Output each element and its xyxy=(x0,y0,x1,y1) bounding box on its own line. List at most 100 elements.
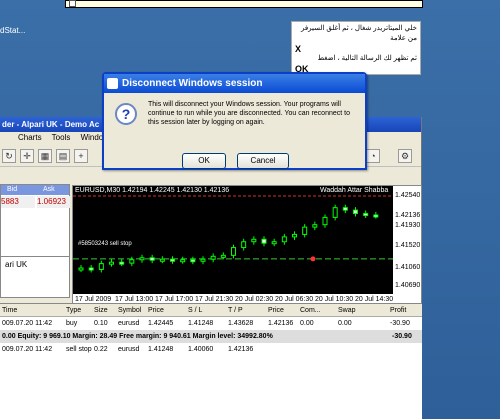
summary-profit: -30.90 xyxy=(392,333,412,340)
price-tick: 1.42136 xyxy=(395,211,421,219)
candle xyxy=(88,267,94,271)
navigator-panel: ari UK xyxy=(0,256,70,298)
order-cell-1: buy xyxy=(66,320,78,327)
price-tick: 1.41520 xyxy=(395,241,421,249)
candle xyxy=(159,258,165,262)
order-cell-0: 009.07.20 11:42 xyxy=(2,320,53,327)
candle xyxy=(119,261,125,265)
order-cell-5: 1.41248 xyxy=(188,320,214,327)
chart-watermark: Waddah Attar Shabba xyxy=(320,187,389,194)
arabic-instruction-box: خلي الميتاتريدر شغال ، ثم أغلق السيرفر م… xyxy=(291,21,421,75)
add-chart-icon[interactable]: + xyxy=(74,149,88,163)
candle xyxy=(312,224,318,228)
candle xyxy=(200,258,206,262)
candle xyxy=(353,209,358,215)
order-cell-9: 0.00 xyxy=(338,320,352,327)
order-cell-6: 1.43628 xyxy=(228,320,254,327)
column-header-4: Price xyxy=(148,307,164,314)
disconnect-dialog: Disconnect Windows session ? This will d… xyxy=(102,72,367,170)
price-tick: 1.40690 xyxy=(395,282,421,289)
price-tick: 1.42540 xyxy=(395,192,421,199)
column-header-2: Size xyxy=(94,307,108,314)
price-axis: 1.42540 1.42136 1.41930 1.41520 1.41060 1.406… xyxy=(393,186,421,296)
table-row[interactable]: 009.07.20 11:42 buy 0.10 eurusd 1.42445 1.412… xyxy=(0,317,422,330)
column-header-3: Symbol xyxy=(118,307,142,314)
market-watch-header: Bid Ask xyxy=(1,185,69,195)
pending-cell-5: 1.40060 xyxy=(188,346,214,353)
checkbox-icon[interactable] xyxy=(69,0,76,7)
bid-value[interactable]: 5883 xyxy=(1,196,35,208)
candle xyxy=(109,261,114,265)
order-cell-2: 0.10 xyxy=(94,320,108,327)
column-header-6: T / P xyxy=(228,307,243,314)
candle xyxy=(281,236,287,243)
candle xyxy=(322,216,328,226)
order-cell-8: 0.00 xyxy=(300,320,314,327)
cancel-button[interactable]: Cancel xyxy=(237,153,289,169)
candle xyxy=(241,241,247,249)
desktop-icon-label[interactable]: dStat... xyxy=(0,26,25,35)
dialog-message: This will disconnect your Windows sessio… xyxy=(148,101,350,126)
crosshair-icon[interactable]: ✛ xyxy=(20,149,34,163)
candle xyxy=(170,258,175,262)
pending-cell-2: 0.22 xyxy=(94,346,108,353)
pending-cell-1: sell stop xyxy=(66,346,92,353)
column-header-9: Swap xyxy=(338,307,356,314)
candle xyxy=(210,255,216,260)
pending-cell-0: 009.07.20 11:42 xyxy=(2,346,53,353)
account-summary-row: 0.00 Equity: 9 969.10 Margin: 28.49 Free… xyxy=(0,330,422,343)
price-tick: 1.41060 xyxy=(395,264,421,271)
candle xyxy=(332,207,338,218)
remote-desktop-icon xyxy=(107,78,118,89)
candle xyxy=(363,213,369,217)
ok-button[interactable]: OK xyxy=(182,153,226,169)
arabic-line-1: خلي الميتاتريدر شغال ، ثم أغلق السيرفر م… xyxy=(300,25,417,42)
bid-column-header[interactable]: Bid xyxy=(7,185,17,195)
candle xyxy=(231,247,236,256)
candle xyxy=(98,263,104,270)
candle xyxy=(251,238,257,243)
question-icon: ? xyxy=(115,103,137,125)
new-order-icon[interactable]: ↻ xyxy=(2,149,16,163)
chart-window[interactable]: EURUSD,M30 1.42194 1.42245 1.42130 1.421… xyxy=(72,185,422,306)
navigator-icon[interactable]: ▦ xyxy=(38,149,52,163)
terminal-panel: Time Type Size Symbol Price S / L T / P Price Co… xyxy=(0,303,422,419)
order-cell-7: 1.42136 xyxy=(268,320,294,327)
menu-charts[interactable]: Charts xyxy=(18,133,42,142)
candle xyxy=(149,257,155,261)
column-header-1: Type xyxy=(66,307,82,314)
account-summary: 0.00 Equity: 9 969.10 Margin: 28.49 Free… xyxy=(2,333,273,340)
candle xyxy=(342,207,348,211)
pending-cell-4: 1.41248 xyxy=(148,346,174,353)
candle xyxy=(190,259,196,263)
top-note-strip xyxy=(65,0,423,8)
column-header-5: S / L xyxy=(188,307,203,314)
order-cell-10: -30.90 xyxy=(390,320,410,327)
menu-tools[interactable]: Tools xyxy=(52,133,71,142)
candle xyxy=(261,238,267,244)
candle xyxy=(129,259,135,264)
terminal-header: Time Type Size Symbol Price S / L T / P Price Co… xyxy=(0,304,422,317)
column-header-10: Profit xyxy=(390,307,407,314)
terminal-icon[interactable]: ▤ xyxy=(56,149,70,163)
candle xyxy=(271,241,277,245)
navigator-item[interactable]: ari UK xyxy=(1,257,69,269)
arabic-line-3: ثم تظهر لك الرسالة التالية ، اضغط xyxy=(317,55,417,62)
candle xyxy=(78,267,84,271)
ask-value[interactable]: 1.06923 xyxy=(37,196,70,208)
arabic-line-2: X xyxy=(295,44,302,54)
ask-column-header[interactable]: Ask xyxy=(43,185,55,195)
column-header-8: Com... xyxy=(300,307,321,314)
menu-window[interactable]: Windo xyxy=(81,133,104,142)
candle xyxy=(220,254,226,258)
candle xyxy=(373,214,379,218)
sell-stop-label: #58503243 sell stop xyxy=(78,241,132,247)
price-tick: 1.41930 xyxy=(395,221,421,229)
pending-cell-6: 1.42136 xyxy=(228,346,254,353)
column-header-0: Time xyxy=(2,307,18,314)
dialog-title: Disconnect Windows session xyxy=(104,74,365,93)
expert-icon[interactable]: ⚙ xyxy=(398,149,412,163)
order-cell-3: eurusd xyxy=(118,320,140,327)
period-icon[interactable]: ◔ xyxy=(366,149,380,163)
table-row[interactable]: 009.07.20 11:42 sell stop 0.22 eurusd 1.4124… xyxy=(0,343,422,356)
